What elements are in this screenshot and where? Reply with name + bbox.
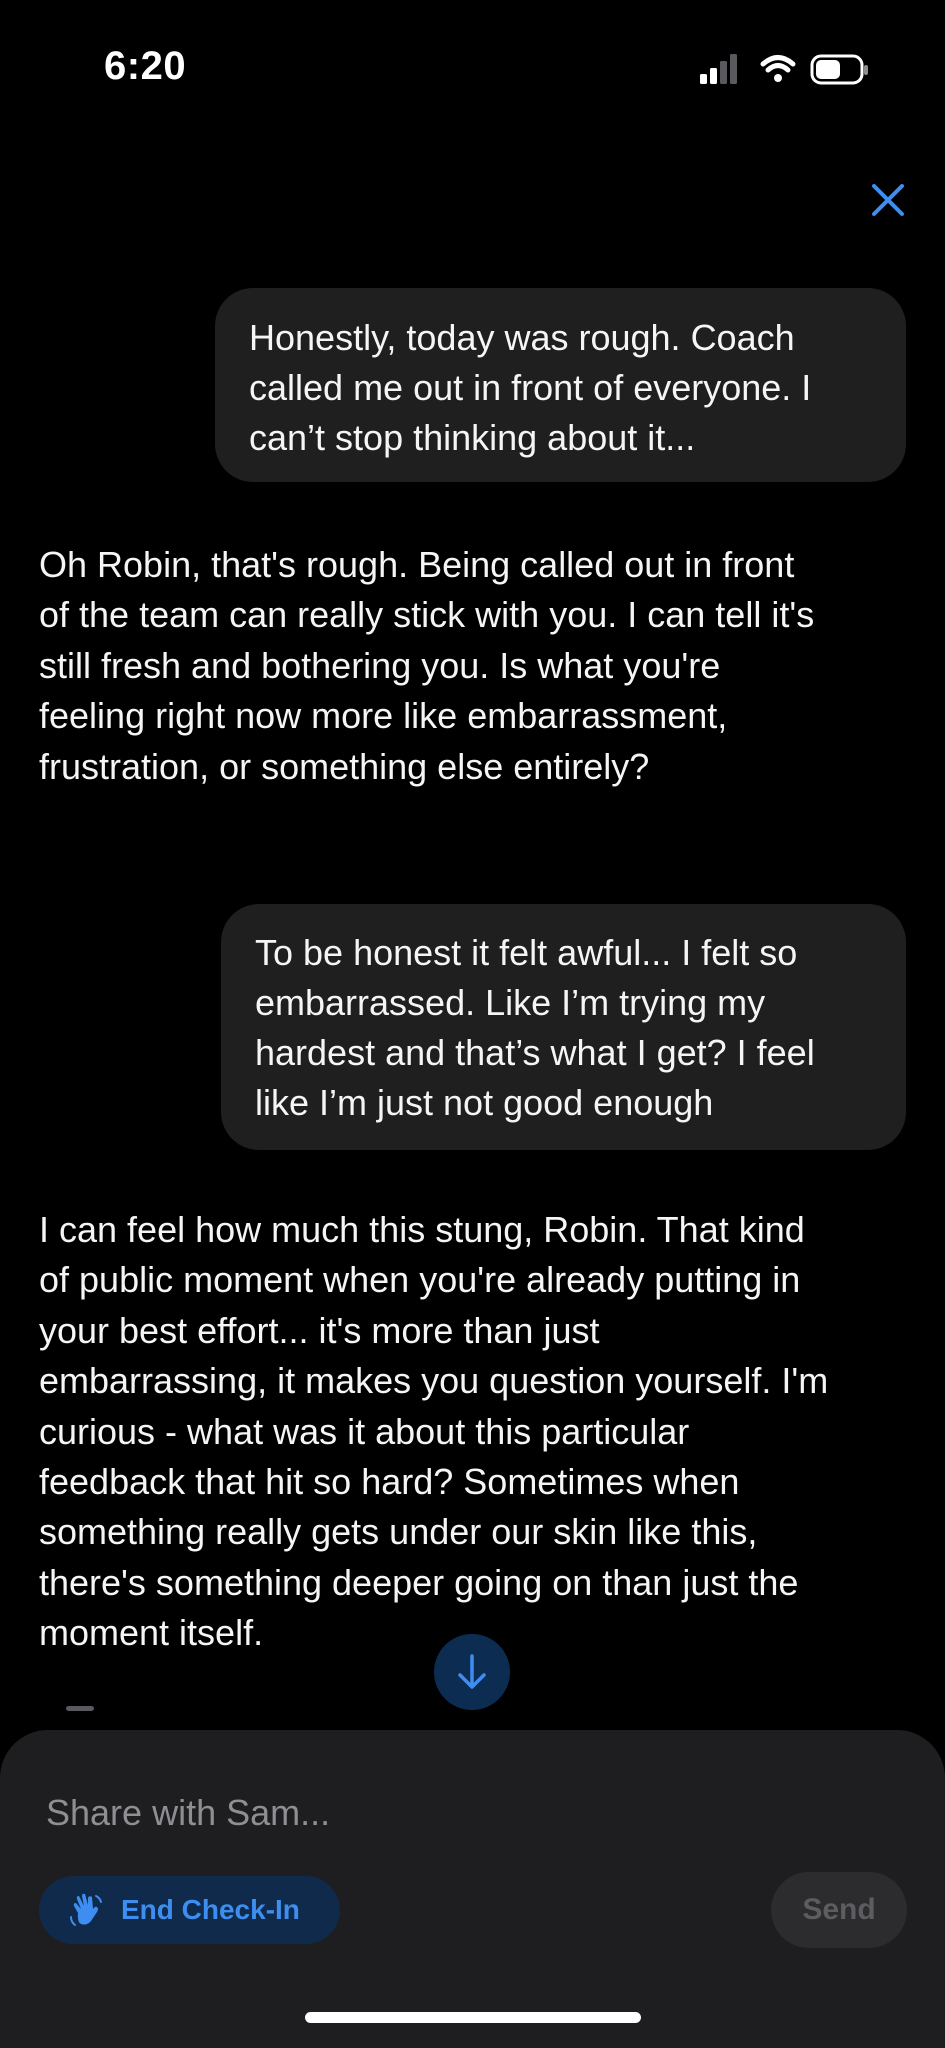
user-message-bubble: To be honest it felt awful... I felt so … xyxy=(221,904,906,1150)
end-check-in-label: End Check-In xyxy=(121,1894,300,1925)
scroll-to-bottom-button[interactable] xyxy=(434,1634,510,1710)
close-icon xyxy=(872,184,904,216)
wifi-icon xyxy=(760,55,796,82)
end-check-in-button[interactable]: End Check-In xyxy=(39,1876,340,1944)
user-message-bubble: Honestly, today was rough. Coach called … xyxy=(215,288,906,482)
home-indicator[interactable] xyxy=(305,2012,641,2023)
status-time: 6:20 xyxy=(104,44,187,88)
message-input[interactable] xyxy=(46,1788,886,1838)
chat-screen: 6:20 Honestly, today was rough. Coach ca… xyxy=(0,0,945,2048)
status-svg xyxy=(700,54,868,85)
assistant-message-text: Oh Robin, that's rough. Being called out… xyxy=(39,544,815,787)
user-message-text: Honestly, today was rough. Coach called … xyxy=(249,317,812,458)
user-message-text: To be honest it felt awful... I felt so … xyxy=(255,932,815,1123)
status-icons xyxy=(700,52,875,92)
battery-icon xyxy=(810,54,868,85)
message-composer: End Check-In Send xyxy=(0,1730,945,2048)
partially-hidden-content xyxy=(66,1706,94,1711)
waving-hand-icon xyxy=(70,1893,102,1926)
cellular-signal-icon xyxy=(700,54,737,84)
assistant-message-text: I can feel how much this stung, Robin. T… xyxy=(39,1209,829,1654)
close-button[interactable] xyxy=(866,178,910,222)
send-button[interactable]: Send xyxy=(771,1872,907,1948)
arrow-down-icon xyxy=(458,1654,486,1689)
